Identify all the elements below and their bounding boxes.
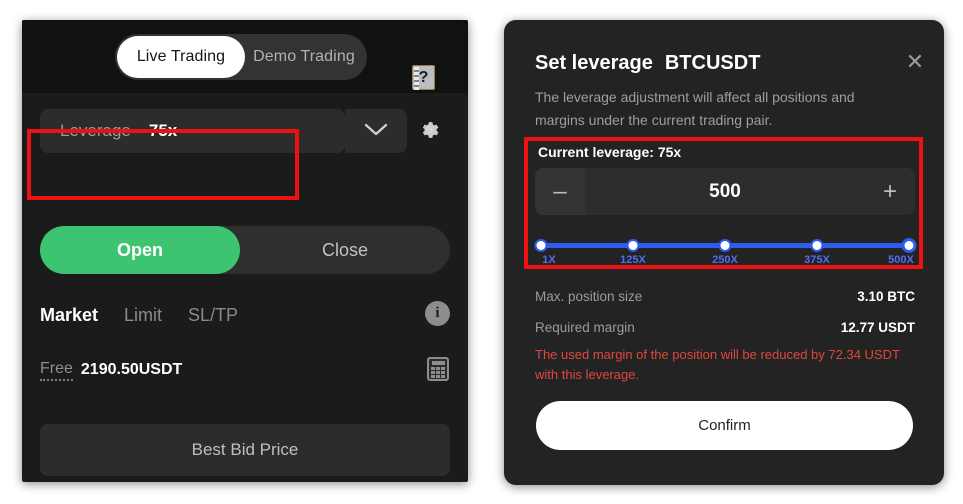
leverage-control-group: Current leverage: 75x – 500 + 1X 125X 25… — [534, 144, 917, 271]
trading-mode-toggle[interactable]: Live Trading Demo Trading — [115, 34, 367, 80]
free-balance-value: 2190.50USDT — [80, 361, 183, 378]
dialog-title: Set leverage BTCUSDT — [535, 52, 760, 75]
close-icon[interactable]: ✕ — [903, 50, 927, 74]
leverage-dropdown-button[interactable] — [345, 109, 407, 153]
slider-tick-1x[interactable] — [534, 239, 548, 252]
info-icon[interactable]: i — [425, 301, 450, 326]
leverage-row: Leverage 75x — [22, 93, 468, 169]
slider-label-1x: 1X — [542, 254, 556, 266]
leverage-details: Max. position size 3.10 BTC Required mar… — [535, 284, 915, 346]
gear-icon — [418, 119, 440, 146]
chevron-down-icon — [363, 121, 389, 142]
slider-label-500x: 500X — [888, 254, 914, 266]
current-leverage-label: Current leverage: 75x — [538, 144, 682, 160]
settings-gear-button[interactable] — [418, 121, 440, 143]
increment-button[interactable]: + — [865, 168, 915, 215]
calculator-icon[interactable] — [427, 357, 449, 381]
help-manual-icon[interactable]: ? — [412, 65, 435, 90]
open-close-switch: Open Close — [40, 226, 450, 274]
best-bid-price-button[interactable]: Best Bid Price — [40, 424, 450, 476]
dialog-title-text: Set leverage — [535, 52, 653, 74]
required-margin-label: Required margin — [535, 320, 635, 335]
order-type-tabs: Market Limit SL/TP i — [40, 300, 450, 330]
slider-label-375x: 375X — [804, 254, 830, 266]
slider-label-125x: 125X — [620, 254, 646, 266]
leverage-input-value[interactable]: 500 — [585, 181, 865, 203]
leverage-value: 75x — [148, 121, 178, 140]
tab-sl-tp[interactable]: SL/TP — [188, 305, 238, 326]
set-leverage-dialog: ✕ Set leverage BTCUSDT The leverage adju… — [504, 20, 944, 485]
tab-live-trading[interactable]: Live Trading — [117, 36, 245, 78]
free-balance-label: Free — [40, 360, 73, 381]
max-position-size-value: 3.10 BTC — [857, 289, 915, 304]
slider-tick-375x[interactable] — [810, 239, 824, 252]
dialog-description: The leverage adjustment will affect all … — [535, 89, 855, 128]
free-balance-row: Free 2190.50USDT — [40, 355, 450, 385]
calculator-keys — [431, 367, 445, 378]
trading-panel: Live Trading Demo Trading ? Leverage 75x… — [22, 20, 468, 482]
leverage-selector[interactable]: Leverage 75x — [40, 109, 345, 153]
confirm-button[interactable]: Confirm — [536, 401, 913, 450]
calculator-screen — [431, 361, 445, 365]
decrement-button[interactable]: – — [535, 168, 585, 215]
close-button[interactable]: Close — [240, 226, 450, 274]
tab-limit[interactable]: Limit — [124, 305, 162, 326]
tab-demo-trading[interactable]: Demo Trading — [245, 36, 363, 78]
slider-tick-125x[interactable] — [626, 239, 640, 252]
max-position-size-label: Max. position size — [535, 289, 643, 304]
slider-thumb-500x[interactable] — [901, 238, 917, 253]
tab-market[interactable]: Market — [40, 305, 98, 326]
slider-label-250x: 250X — [712, 254, 738, 266]
leverage-slider[interactable]: 1X 125X 250X 375X 500X — [534, 237, 917, 271]
leverage-stepper: – 500 + — [535, 168, 915, 215]
dialog-symbol: BTCUSDT — [664, 52, 761, 74]
detail-row-required-margin: Required margin 12.77 USDT — [535, 315, 915, 340]
open-button[interactable]: Open — [40, 226, 240, 274]
mode-toggle-bar: Live Trading Demo Trading ? — [22, 20, 468, 93]
slider-tick-250x[interactable] — [718, 239, 732, 252]
detail-row-max-position: Max. position size 3.10 BTC — [535, 284, 915, 309]
required-margin-value: 12.77 USDT — [840, 320, 915, 335]
margin-warning-text: The used margin of the position will be … — [535, 347, 900, 383]
leverage-label: Leverage — [60, 121, 131, 140]
